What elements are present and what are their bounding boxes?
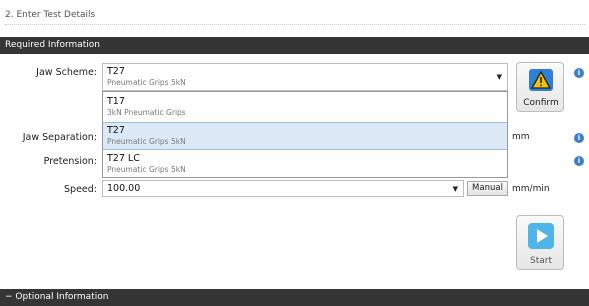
start-button[interactable]: Start bbox=[516, 215, 564, 270]
warning-icon bbox=[529, 69, 553, 91]
info-icon[interactable]: i bbox=[574, 133, 584, 143]
option-title: T27 LC bbox=[107, 153, 140, 164]
jaw-scheme-label: Jaw Scheme: bbox=[36, 67, 97, 78]
option-title: T27 bbox=[107, 125, 125, 136]
confirm-button[interactable]: Confirm bbox=[516, 62, 564, 112]
option-sub: Pneumatic Grips 5kN bbox=[107, 137, 186, 146]
section-title: 2. Enter Test Details bbox=[5, 10, 96, 20]
speed-unit: mm/min bbox=[512, 184, 550, 194]
required-information-header: Required Information bbox=[0, 37, 589, 54]
optional-information-header[interactable]: − Optional Information bbox=[0, 289, 589, 306]
speed-select[interactable]: 100.00 ▼ bbox=[102, 180, 464, 197]
speed-label: Speed: bbox=[64, 184, 97, 195]
dropdown-option-t17[interactable]: T17 3kN Pneumatic Grips bbox=[103, 94, 507, 121]
optional-information-label: Optional Information bbox=[15, 292, 109, 302]
jaw-separation-unit: mm bbox=[512, 132, 530, 142]
jaw-separation-label: Jaw Separation: bbox=[22, 132, 97, 143]
chevron-down-icon: ▼ bbox=[452, 185, 458, 193]
pretension-label: Pretension: bbox=[43, 156, 97, 167]
option-sub: 3kN Pneumatic Grips bbox=[107, 108, 186, 117]
option-sub: Pneumatic Grips 5kN bbox=[107, 165, 186, 174]
option-title: T17 bbox=[107, 96, 125, 107]
jaw-scheme-select[interactable]: T27 Pneumatic Grips 5kN ▼ bbox=[102, 63, 508, 91]
section-divider bbox=[5, 24, 585, 25]
chevron-down-icon: ▼ bbox=[496, 73, 502, 81]
play-icon bbox=[528, 223, 554, 249]
speed-value: 100.00 bbox=[107, 183, 141, 194]
start-label: Start bbox=[530, 256, 552, 266]
info-icon[interactable]: i bbox=[574, 68, 584, 78]
collapse-icon: − bbox=[5, 292, 13, 302]
confirm-label: Confirm bbox=[523, 98, 559, 108]
info-icon[interactable]: i bbox=[574, 156, 584, 166]
dropdown-option-t27-lc[interactable]: T27 LC Pneumatic Grips 5kN bbox=[103, 151, 507, 178]
dropdown-option-t27[interactable]: T27 Pneumatic Grips 5kN bbox=[103, 122, 507, 150]
jaw-scheme-value-sub: Pneumatic Grips 5kN bbox=[107, 78, 186, 87]
manual-button[interactable]: Manual bbox=[467, 181, 508, 196]
jaw-scheme-value-title: T27 bbox=[107, 66, 125, 77]
jaw-scheme-dropdown: T17 3kN Pneumatic Grips T27 Pneumatic Gr… bbox=[102, 91, 508, 178]
